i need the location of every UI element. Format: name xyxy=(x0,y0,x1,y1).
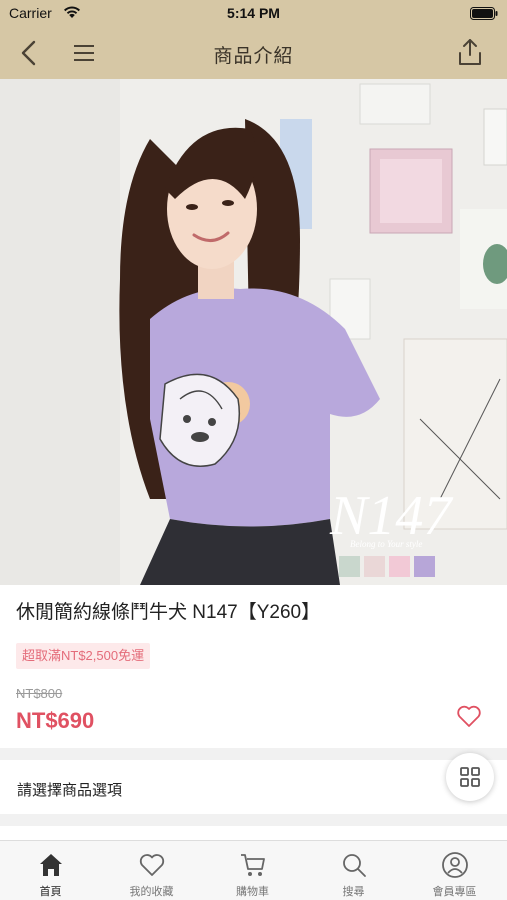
grid-icon xyxy=(460,767,480,787)
price-current: NT$690 xyxy=(16,708,95,733)
search-icon xyxy=(343,854,366,877)
product-image[interactable]: N147 Belong to Your style xyxy=(0,79,507,585)
promo-badge: 超取滿NT$2,500免運 xyxy=(16,643,151,669)
tab-home[interactable]: 首頁 xyxy=(0,841,101,900)
options-label: 請選擇商品選項 xyxy=(17,782,123,799)
user-icon xyxy=(442,852,468,878)
grid-menu-button[interactable] xyxy=(446,753,494,801)
tab-favorites[interactable]: 我的收藏 xyxy=(101,841,202,900)
tab-label: 購物車 xyxy=(236,886,269,898)
price-original: NT$800 xyxy=(16,686,63,701)
heart-icon xyxy=(139,854,165,876)
color-swatch xyxy=(389,556,410,577)
tab-label: 搜尋 xyxy=(342,886,365,898)
favorite-heart-icon[interactable] xyxy=(456,704,482,728)
tab-member[interactable]: 會員專區 xyxy=(404,841,505,900)
tab-label: 我的收藏 xyxy=(129,886,174,898)
product-title: 休閒簡約線條鬥牛犬 N147【Y260】 xyxy=(16,602,321,623)
tab-search[interactable]: 搜尋 xyxy=(303,841,404,900)
bottom-tab-bar: 首頁 我的收藏 購物車 搜尋 會員專區 xyxy=(0,840,507,900)
color-swatch xyxy=(414,556,435,577)
section-divider xyxy=(0,814,507,826)
share-icon[interactable] xyxy=(457,37,483,67)
content-peek xyxy=(0,826,507,840)
color-swatch xyxy=(339,556,360,577)
tab-label: 首頁 xyxy=(39,886,62,898)
tab-label: 會員專區 xyxy=(432,886,477,898)
product-photo-illustration: N147 Belong to Your style xyxy=(0,79,507,585)
page-title: 商品介紹 xyxy=(213,46,294,67)
image-overlay-text: N147 xyxy=(329,485,453,547)
battery-icon xyxy=(470,7,498,20)
product-options-selector[interactable]: 請選擇商品選項 xyxy=(0,760,507,814)
home-icon xyxy=(40,854,62,876)
nav-bar: 商品介紹 xyxy=(0,27,507,79)
section-divider xyxy=(0,748,507,760)
tab-cart[interactable]: 購物車 xyxy=(202,841,303,900)
status-time: 5:14 PM xyxy=(227,5,280,21)
color-swatch xyxy=(364,556,385,577)
image-overlay-tagline: Belong to Your style xyxy=(350,539,422,549)
cart-icon xyxy=(241,854,265,876)
status-bar: Carrier 5:14 PM xyxy=(0,0,507,27)
